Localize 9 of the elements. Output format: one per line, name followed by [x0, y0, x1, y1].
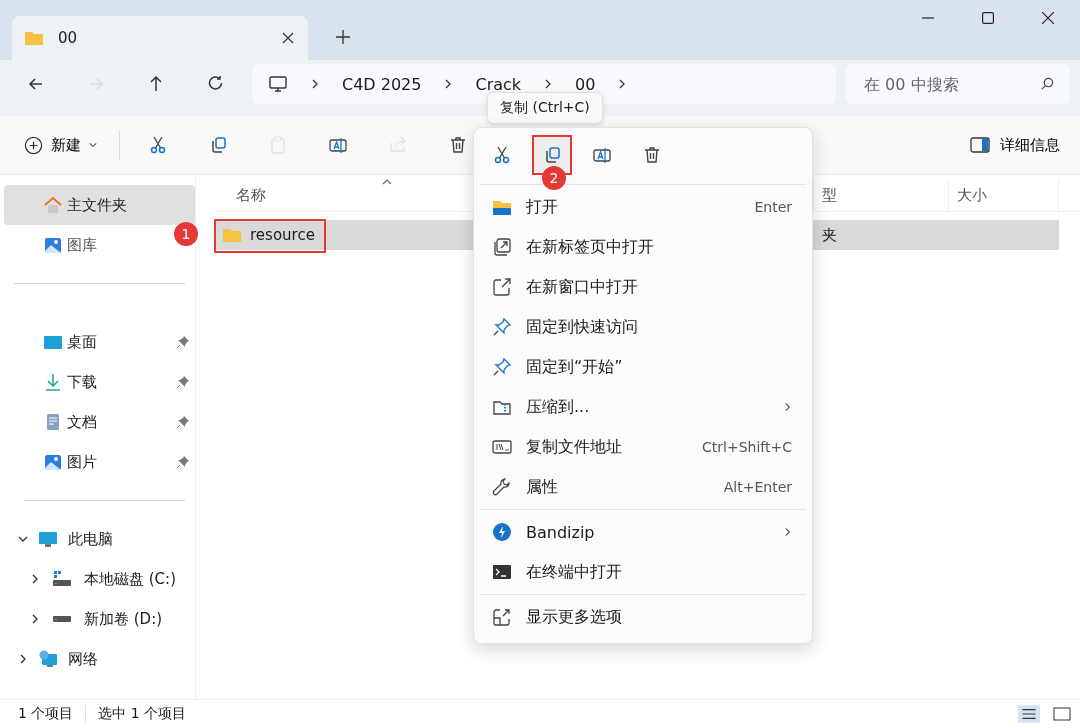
status-text: 1 个项目	[18, 705, 74, 723]
shortcut-text: Ctrl+Shift+C	[702, 439, 792, 455]
tooltip: 复制 (Ctrl+C)	[487, 92, 603, 124]
status-text: 选中 1 个项目	[98, 705, 187, 723]
type-cell-text: 夹	[821, 224, 838, 246]
shortcut-text: Alt+Enter	[723, 479, 792, 495]
shortcut-text: Enter	[754, 199, 792, 215]
tab-title: 00	[58, 29, 79, 47]
step-badge: 2	[542, 166, 566, 190]
